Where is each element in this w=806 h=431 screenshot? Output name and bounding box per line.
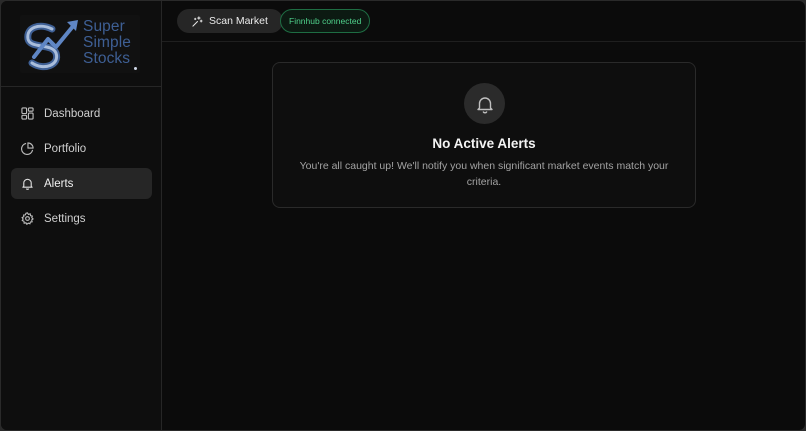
dashboard-grid-icon bbox=[21, 107, 34, 120]
connection-status-badge: Finnhub connected bbox=[280, 9, 371, 33]
pie-chart-icon bbox=[21, 142, 34, 155]
logo-area: Super Simple Stocks bbox=[1, 1, 161, 87]
gear-icon bbox=[21, 212, 34, 225]
empty-alerts-card: No Active Alerts You're all caught up! W… bbox=[272, 62, 696, 208]
logo-dot bbox=[134, 67, 137, 70]
scan-market-button[interactable]: Scan Market bbox=[177, 9, 283, 33]
app-logo[interactable]: Super Simple Stocks bbox=[20, 15, 140, 73]
scan-market-label: Scan Market bbox=[209, 15, 268, 27]
sidebar-item-portfolio[interactable]: Portfolio bbox=[11, 133, 152, 164]
logo-line-1: Super bbox=[83, 18, 125, 35]
sidebar-item-settings[interactable]: Settings bbox=[11, 203, 152, 234]
sparkles-icon bbox=[192, 15, 203, 27]
sidebar-item-alerts[interactable]: Alerts bbox=[11, 168, 152, 199]
top-bar: Scan Market Finnhub connected bbox=[162, 1, 805, 42]
sidebar-item-label: Portfolio bbox=[44, 142, 87, 155]
logo-line-2: Simple bbox=[83, 34, 131, 51]
bell-icon bbox=[21, 177, 34, 190]
empty-state-title: No Active Alerts bbox=[432, 136, 536, 151]
connection-status-text: Finnhub connected bbox=[289, 16, 362, 26]
sidebar: Super Simple Stocks Dashboard Portfolio … bbox=[1, 1, 162, 430]
logo-line-3: Stocks bbox=[83, 50, 131, 67]
sidebar-item-label: Dashboard bbox=[44, 107, 101, 120]
logo-mark-icon bbox=[24, 20, 78, 71]
sidebar-item-label: Alerts bbox=[44, 177, 74, 190]
sidebar-item-dashboard[interactable]: Dashboard bbox=[11, 98, 152, 129]
sidebar-nav: Dashboard Portfolio Alerts Settings bbox=[11, 98, 152, 238]
bell-icon bbox=[476, 96, 493, 113]
app-window: Super Simple Stocks Dashboard Portfolio … bbox=[1, 1, 805, 430]
empty-state-description: You're all caught up! We'll notify you w… bbox=[299, 160, 669, 188]
sidebar-item-label: Settings bbox=[44, 212, 86, 225]
logo-wordmark: Super Simple Stocks bbox=[83, 19, 131, 67]
empty-state-icon-circle bbox=[464, 83, 505, 124]
